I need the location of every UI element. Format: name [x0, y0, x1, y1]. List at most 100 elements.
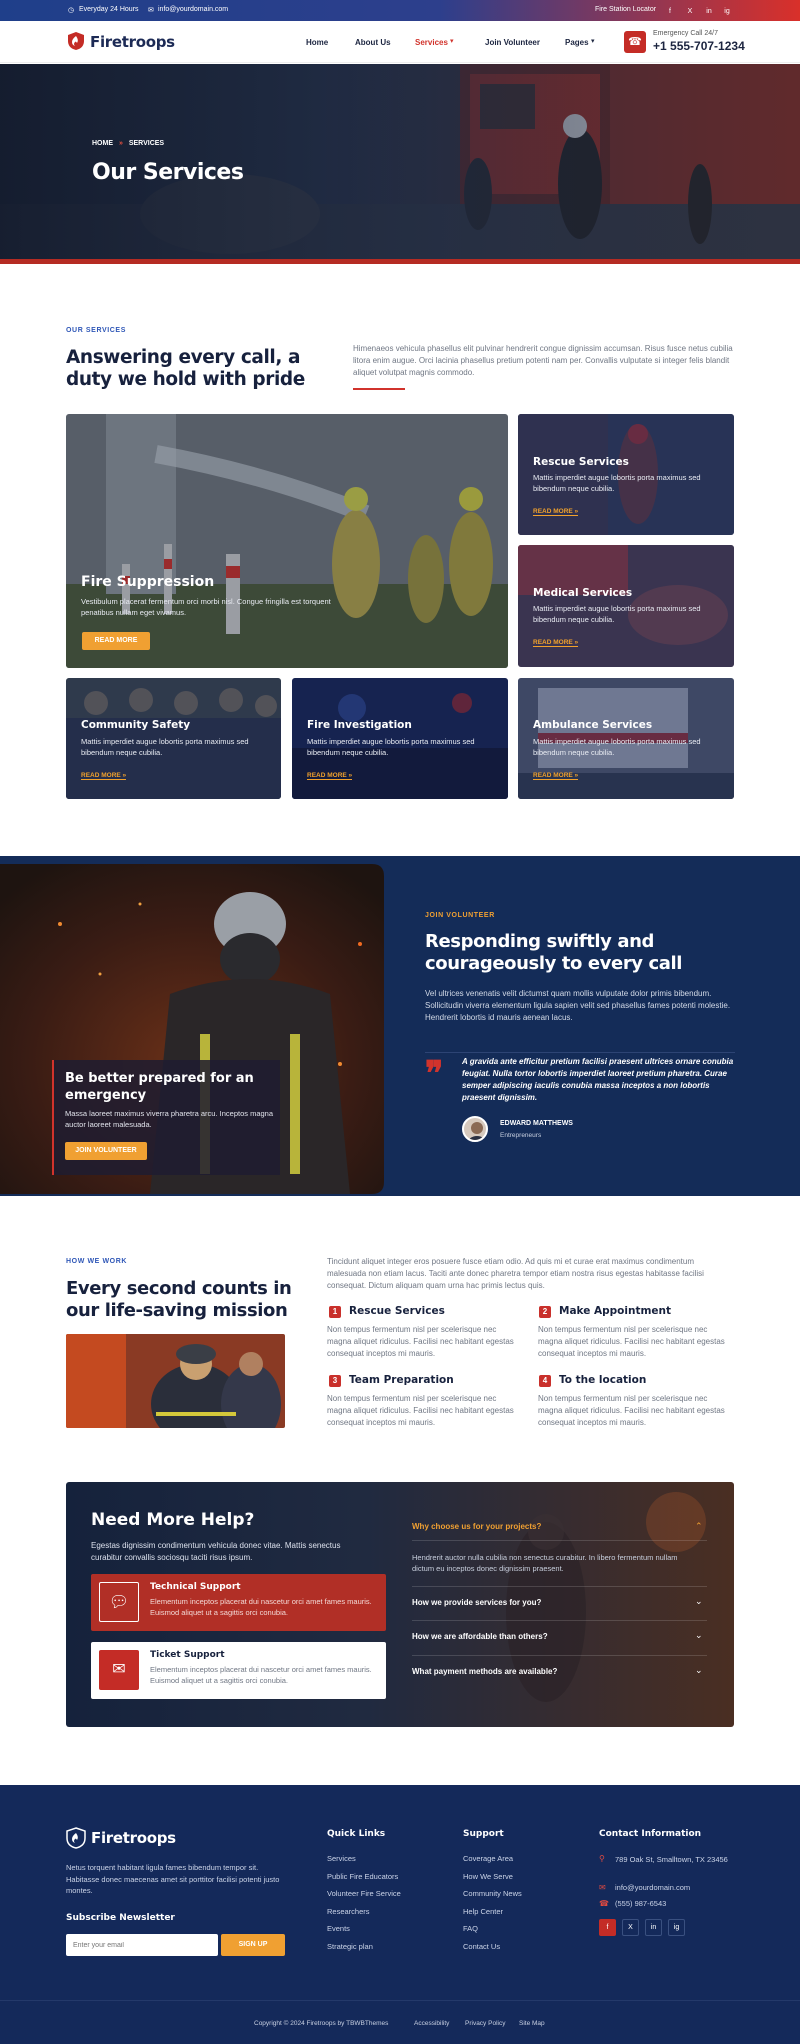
accessibility-link[interactable]: Accessibility: [414, 2020, 449, 2027]
support-link-contact[interactable]: Contact Us: [463, 1942, 500, 1951]
breadcrumb: HOME » SERVICES: [92, 140, 164, 147]
chevron-down-icon[interactable]: ⌄: [695, 1596, 703, 1607]
service-card-ambulance[interactable]: Ambulance Services Mattis imperdiet augu…: [518, 678, 734, 799]
quick-link-researchers[interactable]: Researchers: [327, 1907, 370, 1916]
chevron-down-icon[interactable]: ⌄: [695, 1665, 703, 1676]
linkedin-icon[interactable]: in: [645, 1919, 662, 1936]
footer-about: Netus torquent habitant ligula fames bib…: [66, 1863, 280, 1895]
service-card-community-safety[interactable]: Community Safety Mattis imperdiet augue …: [66, 678, 281, 799]
medical-card-desc: Mattis imperdiet augue lobortis porta ma…: [533, 604, 701, 624]
phone-icon: ☎: [599, 1899, 609, 1908]
step-title-2: Make Appointment: [559, 1305, 672, 1317]
instagram-icon[interactable]: ig: [721, 6, 733, 18]
footer-logo-emblem-icon[interactable]: [66, 1827, 86, 1849]
chevron-up-icon[interactable]: ⌃: [695, 1521, 703, 1532]
contact-title: Contact Information: [599, 1829, 702, 1839]
help-desc: Egestas dignissim condimentum vehicula d…: [91, 1541, 341, 1562]
support-link-news[interactable]: Community News: [463, 1889, 522, 1898]
technical-support-title: Technical Support: [150, 1582, 241, 1592]
breadcrumb-separator-icon: »: [118, 140, 123, 147]
signup-button[interactable]: SIGN UP: [221, 1934, 285, 1956]
facebook-icon[interactable]: f: [664, 6, 676, 18]
quick-link-services[interactable]: Services: [327, 1854, 356, 1863]
site-map-link[interactable]: Site Map: [519, 2020, 545, 2027]
emergency-label: Emergency Call 24/7: [653, 30, 718, 37]
faq-divider: [412, 1620, 707, 1621]
service-card-rescue[interactable]: Rescue Services Mattis imperdiet augue l…: [518, 414, 734, 535]
step-number-3: 3: [329, 1375, 341, 1387]
breadcrumb-home[interactable]: HOME: [92, 140, 113, 147]
chevron-down-icon[interactable]: ⌄: [695, 1630, 703, 1641]
logo-emblem-icon[interactable]: [67, 31, 85, 51]
mail-icon: ✉: [148, 7, 154, 14]
facebook-icon[interactable]: f: [599, 1919, 616, 1936]
support-link-help-center[interactable]: Help Center: [463, 1907, 503, 1916]
instagram-icon[interactable]: ig: [668, 1919, 685, 1936]
nav-about[interactable]: About Us: [355, 38, 391, 47]
prepared-title: Be better prepared for an emergency: [65, 1071, 254, 1103]
howwork-eyebrow: HOW WE WORK: [66, 1258, 128, 1265]
support-link-coverage[interactable]: Coverage Area: [463, 1854, 513, 1863]
nav-pages[interactable]: Pages: [565, 38, 589, 47]
service-card-fire-investigation[interactable]: Fire Investigation Mattis imperdiet augu…: [292, 678, 508, 799]
avatar: [462, 1116, 488, 1142]
contact-phone[interactable]: (555) 987-6543: [615, 1899, 666, 1908]
quick-links-title: Quick Links: [327, 1829, 386, 1839]
step-desc-1: Non tempus fermentum nisl per scelerisqu…: [327, 1325, 514, 1358]
x-icon[interactable]: X: [684, 6, 696, 18]
chat-icon: 💬︎: [99, 1582, 139, 1622]
linkedin-icon[interactable]: in: [703, 6, 715, 18]
support-link-how-we-serve[interactable]: How We Serve: [463, 1872, 513, 1881]
logo-text[interactable]: Firetroops: [90, 33, 175, 51]
firefighters-team-image: [66, 1334, 285, 1428]
faq-question-3[interactable]: How we are affordable than others?: [412, 1632, 548, 1641]
faq-divider: [412, 1655, 707, 1656]
support-title: Support: [463, 1829, 504, 1839]
mail-icon: ✉: [599, 1883, 606, 1892]
faq-question-2[interactable]: How we provide services for you?: [412, 1598, 541, 1607]
rescue-card-desc: Mattis imperdiet augue lobortis porta ma…: [533, 473, 701, 493]
faq-question-4[interactable]: What payment methods are available?: [412, 1667, 557, 1676]
ambulance-card-desc: Mattis imperdiet augue lobortis porta ma…: [533, 737, 701, 757]
author-name: EDWARD MATTHEWS: [500, 1120, 573, 1127]
services-eyebrow: OUR SERVICES: [66, 327, 126, 334]
quick-link-strategic-plan[interactable]: Strategic plan: [327, 1942, 373, 1951]
service-card-fire-suppression[interactable]: Fire Suppression Vestibulum placerat fer…: [66, 414, 508, 668]
emergency-phone[interactable]: +1 555-707-1234: [653, 39, 745, 53]
quick-link-volunteer[interactable]: Volunteer Fire Service: [327, 1889, 401, 1898]
medical-read-more-link[interactable]: READ MORE »: [533, 639, 579, 647]
topbar-email-link[interactable]: info@yourdomain.com: [158, 6, 228, 13]
clock-icon: ◷: [68, 7, 75, 14]
faq-question-1[interactable]: Why choose us for your projects?: [412, 1522, 541, 1531]
newsletter-email-input[interactable]: [66, 1934, 218, 1956]
investigation-card-title: Fire Investigation: [307, 719, 412, 731]
contact-email[interactable]: info@yourdomain.com: [615, 1883, 690, 1892]
join-volunteer-button[interactable]: JOIN VOLUNTEER: [65, 1142, 147, 1160]
feature-read-more-button[interactable]: READ MORE: [82, 632, 150, 650]
investigation-read-more-link[interactable]: READ MORE »: [307, 772, 353, 780]
nav-services[interactable]: Services: [415, 38, 448, 47]
technical-support-desc: Elementum inceptos placerat dui nascetur…: [150, 1597, 372, 1617]
ticket-support-card[interactable]: ✉ Ticket Support Elementum inceptos plac…: [91, 1642, 386, 1699]
service-card-medical[interactable]: Medical Services Mattis imperdiet augue …: [518, 545, 734, 667]
community-read-more-link[interactable]: READ MORE »: [81, 772, 127, 780]
step-number-2: 2: [539, 1306, 551, 1318]
nav-home[interactable]: Home: [306, 38, 328, 47]
footer-logo-text[interactable]: Firetroops: [91, 1829, 176, 1847]
volunteer-heading: Responding swiftly and courageously to e…: [425, 931, 683, 974]
step-title-4: To the location: [559, 1374, 647, 1386]
hours-text: Everyday 24 Hours: [79, 6, 139, 13]
privacy-policy-link[interactable]: Privacy Policy: [465, 2020, 505, 2027]
breadcrumb-current: SERVICES: [128, 140, 165, 147]
technical-support-card[interactable]: 💬︎ Technical Support Elementum inceptos …: [91, 1574, 386, 1631]
quick-link-educators[interactable]: Public Fire Educators: [327, 1872, 398, 1881]
support-link-faq[interactable]: FAQ: [463, 1924, 478, 1933]
rescue-read-more-link[interactable]: READ MORE »: [533, 508, 579, 516]
x-icon[interactable]: X: [622, 1919, 639, 1936]
station-locator-link[interactable]: Fire Station Locator: [595, 6, 656, 13]
quick-link-events[interactable]: Events: [327, 1924, 350, 1933]
ticket-support-desc: Elementum inceptos placerat dui nascetur…: [150, 1665, 372, 1685]
nav-join-volunteer[interactable]: Join Volunteer: [485, 38, 540, 47]
chevron-down-icon: ▾: [591, 38, 595, 45]
ambulance-read-more-link[interactable]: READ MORE »: [533, 772, 579, 780]
